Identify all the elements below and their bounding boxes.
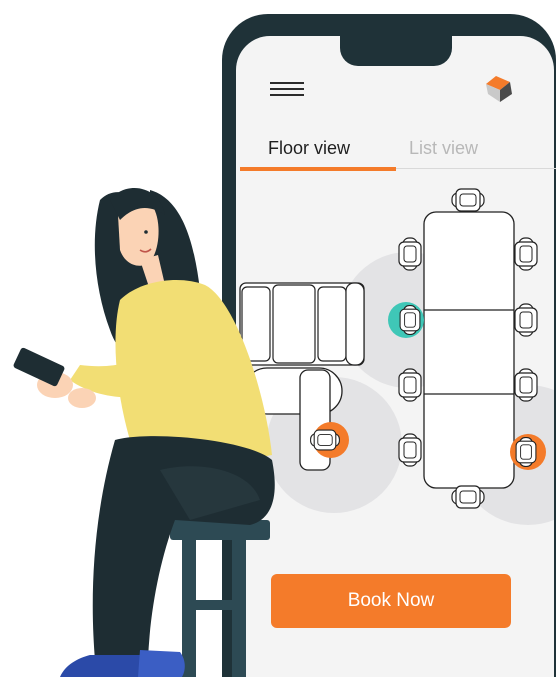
- chair[interactable]: [451, 485, 485, 509]
- chair[interactable]: [398, 433, 422, 467]
- available-seat[interactable]: [388, 302, 424, 338]
- chair[interactable]: [514, 237, 538, 271]
- tab-floor-view[interactable]: Floor view: [268, 138, 350, 159]
- chair[interactable]: [514, 303, 538, 337]
- chair[interactable]: [514, 368, 538, 402]
- hamburger-menu-icon[interactable]: [270, 80, 306, 98]
- cube-logo-icon: [486, 76, 512, 102]
- book-now-button[interactable]: Book Now: [271, 574, 511, 628]
- chair[interactable]: [398, 368, 422, 402]
- chair[interactable]: [451, 188, 485, 212]
- booked-seat[interactable]: [510, 434, 546, 470]
- chair[interactable]: [398, 237, 422, 271]
- tab-list-view[interactable]: List view: [409, 138, 478, 159]
- phone-notch: [340, 34, 452, 66]
- woman-illustration: [13, 188, 275, 677]
- conference-table: [423, 211, 515, 489]
